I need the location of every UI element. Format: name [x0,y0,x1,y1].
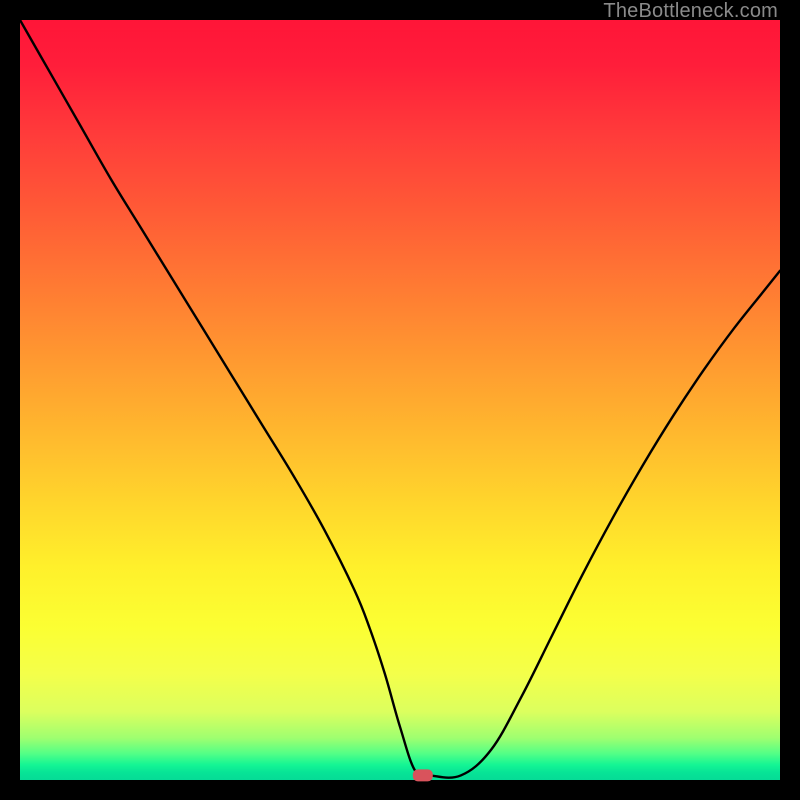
watermark-text: TheBottleneck.com [603,0,778,23]
chart-svg [20,20,780,780]
optimal-marker [413,769,433,781]
bottleneck-curve [20,20,780,778]
chart-plot-area [20,20,780,780]
chart-frame: TheBottleneck.com [0,0,800,800]
